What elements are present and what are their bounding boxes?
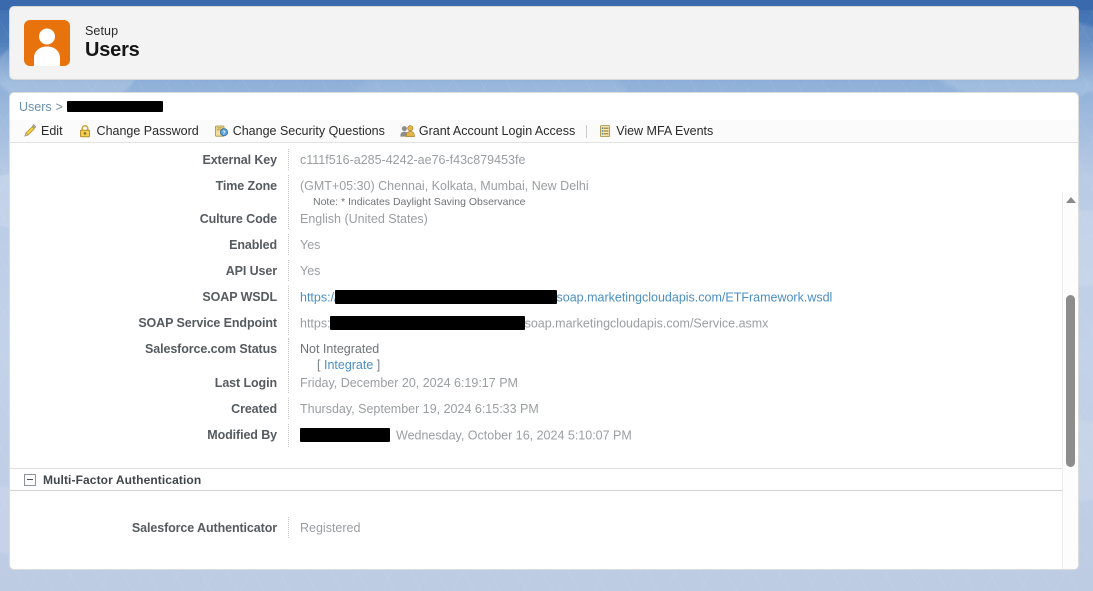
field-value-enabled: Yes [288,234,1078,255]
field-label-external-key: External Key [202,153,277,167]
field-row-soap-wsdl: SOAP WSDL https:// soap.marketingcloudapi… [10,286,1078,312]
field-label-created: Created [231,402,277,416]
field-value-external-key: c111f516-a285-4242-ae76-f43c879453fe [288,149,1078,170]
view-mfa-events-button[interactable]: View MFA Events [597,124,713,139]
mfa-section-body: Salesforce Authenticator Registered [10,491,1078,543]
integrate-action-line: [ Integrate ] [300,358,1078,372]
field-row-enabled: Enabled Yes [10,234,1078,260]
integrate-link[interactable]: Integrate [324,358,373,372]
detail-scroll-region: External Key c111f516-a285-4242-ae76-f43… [10,143,1078,569]
field-row-salesforce-status: Salesforce.com Status Not Integrated [ I… [10,338,1078,372]
salesforce-status-value: Not Integrated [300,342,380,356]
field-value-created: Thursday, September 19, 2024 6:15:33 PM [288,398,1078,419]
list-card-icon [597,124,612,139]
field-row-created: Created Thursday, September 19, 2024 6:1… [10,398,1078,424]
field-value-salesforce-status-cell: Not Integrated [ Integrate ] [288,338,1078,372]
field-value-api-user: Yes [288,260,1078,281]
vertical-scrollbar[interactable] [1062,192,1078,569]
breadcrumb: Users > [10,93,1078,120]
change-security-questions-button[interactable]: ? Change Security Questions [214,124,385,139]
field-value-soap-wsdl: https:// soap.marketingcloudapis.com/ETFr… [288,286,1078,309]
question-card-icon: ? [214,124,229,139]
field-row-external-key: External Key c111f516-a285-4242-ae76-f43… [10,149,1078,175]
header-text-block: Setup Users [85,24,140,61]
scroll-up-button[interactable] [1063,192,1078,208]
grant-account-login-access-label: Grant Account Login Access [418,124,576,138]
change-security-questions-label: Change Security Questions [232,124,385,138]
field-label-modified-by: Modified By [207,428,277,442]
field-label-salesforce-status: Salesforce.com Status [145,342,277,356]
soap-endpoint-suffix: soap.marketingcloudapis.com/Service.asmx [524,316,769,331]
integrate-bracket-close: ] [376,358,381,372]
triangle-up-icon [1065,197,1076,203]
grant-account-login-access-button[interactable]: Grant Account Login Access [400,124,575,139]
field-value-salesforce-authenticator: Registered [288,517,1078,538]
setup-header-card: Setup Users [9,6,1079,80]
breadcrumb-current-redacted [66,100,163,112]
scrollbar-thumb[interactable] [1066,295,1075,467]
integrate-bracket-open: [ [317,358,321,372]
soap-endpoint-prefix: https: [300,316,331,331]
field-row-last-login: Last Login Friday, December 20, 2024 6:1… [10,372,1078,398]
header-eyebrow: Setup [85,24,119,39]
field-row-time-zone: Time Zone (GMT+05:30) Chennai, Kolkata, … [10,175,1078,208]
action-toolbar: Edit Change Password ? Change Security Q… [10,120,1078,143]
field-row-culture-code: Culture Code English (United States) [10,208,1078,234]
field-label-soap-wsdl: SOAP WSDL [202,290,277,304]
field-row-api-user: API User Yes [10,260,1078,286]
breadcrumb-separator: > [55,99,63,114]
field-value-time-zone: (GMT+05:30) Chennai, Kolkata, Mumbai, Ne… [300,179,589,193]
user-avatar-icon [24,20,70,66]
field-row-soap-endpoint: SOAP Service Endpoint https: soap.marketi… [10,312,1078,338]
view-mfa-events-label: View MFA Events [616,124,714,138]
two-users-icon [400,124,415,139]
mfa-section-header[interactable]: Multi-Factor Authentication [10,468,1078,491]
edit-button[interactable]: Edit [22,124,63,139]
mfa-section-title: Multi-Factor Authentication [43,472,202,487]
field-value-soap-endpoint: https: soap.marketingcloudapis.com/Servic… [288,312,1078,335]
edit-button-label: Edit [41,124,63,138]
field-label-time-zone: Time Zone [215,179,277,193]
soap-wsdl-redacted [334,290,557,304]
modified-by-user-redacted [300,428,390,442]
soap-wsdl-link-prefix[interactable]: https:// [300,290,338,304]
detail-fields: External Key c111f516-a285-4242-ae76-f43… [10,143,1078,543]
change-password-button[interactable]: Change Password [78,124,199,139]
field-label-salesforce-authenticator: Salesforce Authenticator [131,521,277,535]
field-row-modified-by: Modified By Wednesday, October 16, 2024 … [10,424,1078,450]
lock-icon [78,124,93,139]
soap-endpoint-redacted [329,316,525,330]
field-row-salesforce-authenticator: Salesforce Authenticator Registered [10,517,1078,543]
modified-by-timestamp: Wednesday, October 16, 2024 5:10:07 PM [396,428,632,443]
svg-text:?: ? [223,130,226,136]
change-password-label: Change Password [96,124,199,138]
field-label-enabled: Enabled [229,238,277,252]
page-title: Users [85,39,140,62]
field-value-culture-code: English (United States) [288,208,1078,229]
field-label-api-user: API User [225,264,277,278]
field-value-last-login: Friday, December 20, 2024 6:19:17 PM [288,372,1078,393]
field-value-modified-by: Wednesday, October 16, 2024 5:10:07 PM [288,424,1078,447]
field-label-soap-endpoint: SOAP Service Endpoint [138,316,277,330]
breadcrumb-link-users[interactable]: Users [19,100,52,114]
field-label-last-login: Last Login [214,376,277,390]
collapse-toggle-icon[interactable] [24,473,36,486]
mfa-section: Multi-Factor Authentication Salesforce A… [10,468,1078,543]
main-panel: Users > Edit Change Password ? Change Se… [9,92,1079,570]
pencil-icon [22,124,37,139]
time-zone-note: Note: * Indicates Daylight Saving Observ… [313,196,526,208]
field-label-culture-code: Culture Code [199,212,277,226]
soap-wsdl-link-suffix[interactable]: soap.marketingcloudapis.com/ETFramework.… [557,290,833,304]
toolbar-divider [586,124,588,138]
field-value-time-zone-cell: (GMT+05:30) Chennai, Kolkata, Mumbai, Ne… [288,175,1078,208]
